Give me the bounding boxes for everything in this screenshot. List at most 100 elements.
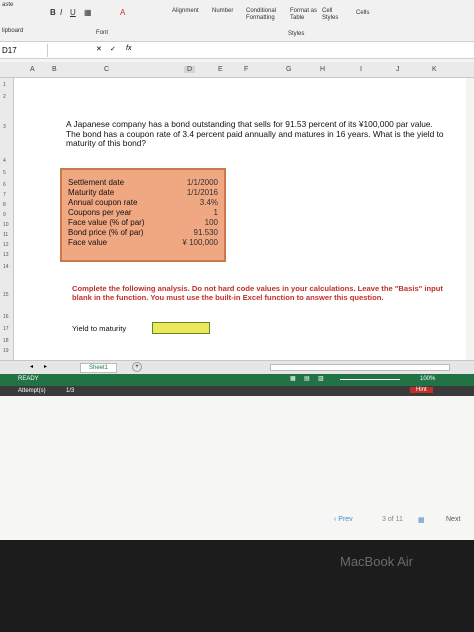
row-header[interactable]: 2	[3, 94, 6, 100]
input-value[interactable]: 1/1/2000	[187, 178, 218, 187]
input-label: Annual coupon rate	[68, 198, 138, 207]
page-break-icon[interactable]: ▥	[318, 375, 324, 382]
input-label: Maturity date	[68, 188, 115, 197]
input-row: Coupons per year 1	[68, 208, 218, 217]
input-label: Coupons per year	[68, 208, 132, 217]
underline-button[interactable]: U	[70, 8, 76, 17]
formula-input[interactable]	[140, 44, 470, 57]
column-header[interactable]: K	[432, 66, 437, 73]
add-sheet-icon[interactable]: +	[132, 362, 142, 372]
column-header[interactable]: B	[52, 66, 57, 73]
enter-icon[interactable]: ✓	[110, 45, 116, 53]
styles-group-label: Styles	[288, 31, 305, 37]
input-label: Face value (% of par)	[68, 218, 145, 227]
zoom-level: 100%	[420, 376, 436, 382]
prev-button[interactable]: ‹ Prev	[334, 516, 353, 523]
horizontal-scrollbar[interactable]	[270, 364, 450, 371]
conditional-formatting-button[interactable]: Conditional Formatting	[246, 8, 286, 22]
row-header[interactable]: 17	[3, 326, 9, 332]
input-row: Settlement date 1/1/2000	[68, 178, 218, 187]
column-header[interactable]: A	[30, 66, 35, 73]
bold-button[interactable]: B	[50, 8, 56, 17]
formula-bar: D17 ✕ ✓ fx	[0, 42, 474, 59]
column-header[interactable]: D	[184, 66, 196, 73]
column-header[interactable]: G	[286, 66, 291, 73]
sheet-tab[interactable]: Sheet1	[80, 363, 118, 373]
row-header[interactable]: 13	[3, 252, 9, 258]
column-header[interactable]: F	[244, 66, 248, 73]
row-header[interactable]: 1	[3, 82, 6, 88]
ready-status: READY	[18, 376, 39, 382]
input-data-box: Settlement date 1/1/2000 Maturity date 1/1…	[60, 168, 226, 262]
borders-icon[interactable]: ▦	[84, 8, 92, 17]
laptop-brand-label: MacBook Air	[340, 554, 413, 569]
ribbon: aste lipboard B I U ▦ A Font Alignment N…	[0, 0, 474, 42]
row-header[interactable]: 18	[3, 338, 9, 344]
input-label: Settlement date	[68, 178, 125, 187]
row-headers: 1 2 3 4 5 6 7 8 9 10 11 12 13 14 15 16 1…	[0, 78, 14, 370]
input-value[interactable]: ¥ 100,000	[182, 238, 218, 247]
name-box[interactable]: D17	[0, 44, 48, 57]
ytm-answer-cell[interactable]	[152, 322, 210, 334]
cancel-icon[interactable]: ✕	[96, 45, 102, 53]
normal-view-icon[interactable]: ▦	[290, 375, 296, 382]
question-text: A Japanese company has a bond outstandin…	[66, 119, 444, 149]
row-header[interactable]: 14	[3, 264, 9, 270]
column-header[interactable]: J	[396, 66, 400, 73]
row-header[interactable]: 12	[3, 242, 9, 248]
ytm-label: Yield to maturity	[72, 324, 127, 333]
row-header[interactable]: 16	[3, 314, 9, 320]
row-header[interactable]: 8	[3, 202, 6, 208]
input-value[interactable]: 3.4%	[200, 198, 218, 207]
status-bar: READY ▦ ▤ ▥ 100%	[0, 374, 474, 386]
row-header[interactable]: 3	[3, 124, 6, 130]
fx-icon[interactable]: fx	[126, 45, 131, 52]
paste-button[interactable]: aste	[2, 2, 13, 8]
row-header[interactable]: 11	[3, 232, 8, 238]
hint-button[interactable]: Hint	[410, 387, 433, 393]
row-header[interactable]: 15	[3, 292, 9, 298]
input-value[interactable]: 1/1/2016	[187, 188, 218, 197]
alignment-button[interactable]: Alignment	[172, 8, 199, 14]
zoom-slider[interactable]	[340, 379, 400, 380]
page-layout-icon[interactable]: ▤	[304, 375, 310, 382]
page-indicator: 3 of 11	[382, 516, 403, 523]
attempts-bar: Attempt(s) 1/3 Hint	[0, 386, 474, 396]
worksheet-grid[interactable]: A Japanese company has a bond outstandin…	[14, 78, 466, 370]
input-label: Bond price (% of par)	[68, 228, 144, 237]
sheet-tab-bar: ◂ ▸ Sheet1 +	[0, 360, 474, 374]
input-value[interactable]: 91.530	[194, 228, 218, 237]
input-label: Face value	[68, 238, 108, 247]
row-header[interactable]: 6	[3, 182, 6, 188]
clipboard-group-label: lipboard	[2, 28, 24, 34]
prev-label: Prev	[338, 516, 353, 523]
input-row: Face value (% of par) 100	[68, 218, 218, 227]
format-as-table-button[interactable]: Format as Table	[290, 8, 318, 22]
font-color-icon[interactable]: A	[120, 8, 125, 17]
next-button[interactable]: Next	[446, 516, 460, 523]
input-row: Maturity date 1/1/2016	[68, 188, 218, 197]
input-value[interactable]: 100	[205, 218, 218, 227]
input-value[interactable]: 1	[214, 208, 218, 217]
cell-styles-button[interactable]: Cell Styles	[322, 8, 344, 22]
prev-sheet-icon[interactable]: ◂	[30, 363, 33, 370]
row-header[interactable]: 4	[3, 158, 6, 164]
column-header[interactable]: E	[218, 66, 223, 73]
row-header[interactable]: 9	[3, 212, 6, 218]
next-sheet-icon[interactable]: ▸	[44, 363, 47, 370]
instructions-text: Complete the following analysis. Do not …	[72, 284, 443, 303]
input-row: Bond price (% of par) 91.530	[68, 228, 218, 237]
row-header[interactable]: 19	[3, 348, 9, 354]
cells-button[interactable]: Cells	[356, 10, 369, 16]
row-header[interactable]: 5	[3, 170, 6, 176]
column-header[interactable]: C	[104, 66, 109, 73]
column-header[interactable]: H	[320, 66, 325, 73]
row-header[interactable]: 7	[3, 192, 6, 198]
grid-icon[interactable]: ▦	[418, 516, 425, 524]
row-header[interactable]: 10	[3, 222, 9, 228]
column-header[interactable]: I	[360, 66, 362, 73]
italic-button[interactable]: I	[60, 8, 62, 17]
font-group-label: Font	[96, 30, 109, 36]
number-button[interactable]: Number	[212, 8, 233, 14]
screen: aste lipboard B I U ▦ A Font Alignment N…	[0, 0, 474, 540]
